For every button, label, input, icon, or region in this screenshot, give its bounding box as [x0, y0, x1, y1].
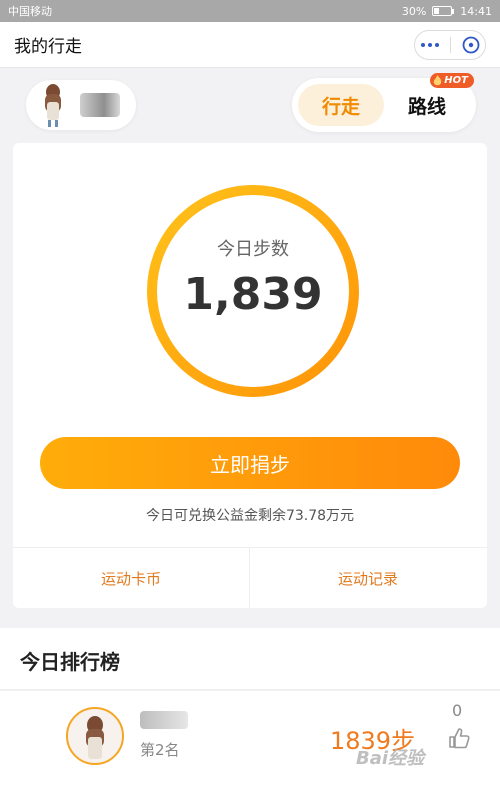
- battery-icon: [432, 6, 455, 16]
- page-title: 我的行走: [14, 37, 82, 57]
- tab-walk[interactable]: 行走: [298, 84, 384, 126]
- title-bar: 我的行走: [0, 22, 500, 68]
- mini-program-capsule: [414, 29, 486, 60]
- flame-icon: [434, 75, 442, 86]
- battery-percent: 30%: [401, 4, 427, 18]
- user-name-blurred: [80, 93, 120, 117]
- user-profile[interactable]: [26, 80, 136, 130]
- steps-card: 今日步数 1,839 立即捐步 今日可兑换公益金剩余73.78万元 运动卡币 运…: [13, 143, 487, 608]
- leaderboard-row[interactable]: 第2名 1839步 0: [0, 691, 500, 790]
- status-right: 30% 14:41: [402, 5, 492, 18]
- more-icon[interactable]: [420, 42, 439, 47]
- status-bar: 中国移动 30% 14:41: [0, 0, 500, 22]
- close-circle-icon[interactable]: [462, 36, 480, 54]
- hot-badge-label: HOT: [444, 75, 468, 86]
- like-icon[interactable]: [448, 727, 470, 749]
- steps-count: 1,839: [183, 269, 323, 320]
- mode-tabs: 行走 路线 HOT: [292, 73, 476, 132]
- tab-route[interactable]: 路线: [384, 84, 470, 126]
- remaining-fund-text: 今日可兑换公益金剩余73.78万元: [145, 508, 355, 524]
- avatar: [66, 707, 124, 765]
- watermark: Bai经验: [356, 748, 425, 769]
- avatar: [45, 84, 61, 127]
- clock: 14:41: [460, 4, 492, 18]
- rank-name-blurred: [140, 711, 188, 729]
- leaderboard-title: 今日排行榜: [20, 650, 120, 674]
- sport-coins-link[interactable]: 运动卡币: [13, 548, 249, 608]
- like-count: 0: [452, 701, 463, 720]
- hot-badge: HOT: [430, 73, 474, 88]
- leaderboard-header: 今日排行榜: [0, 628, 500, 690]
- carrier-label: 中国移动: [8, 5, 52, 18]
- sport-records-link[interactable]: 运动记录: [250, 548, 486, 608]
- donate-steps-button[interactable]: 立即捐步: [40, 437, 460, 489]
- capsule-divider: [449, 36, 451, 53]
- rank-position: 第2名: [140, 741, 180, 759]
- steps-label: 今日步数: [217, 239, 289, 260]
